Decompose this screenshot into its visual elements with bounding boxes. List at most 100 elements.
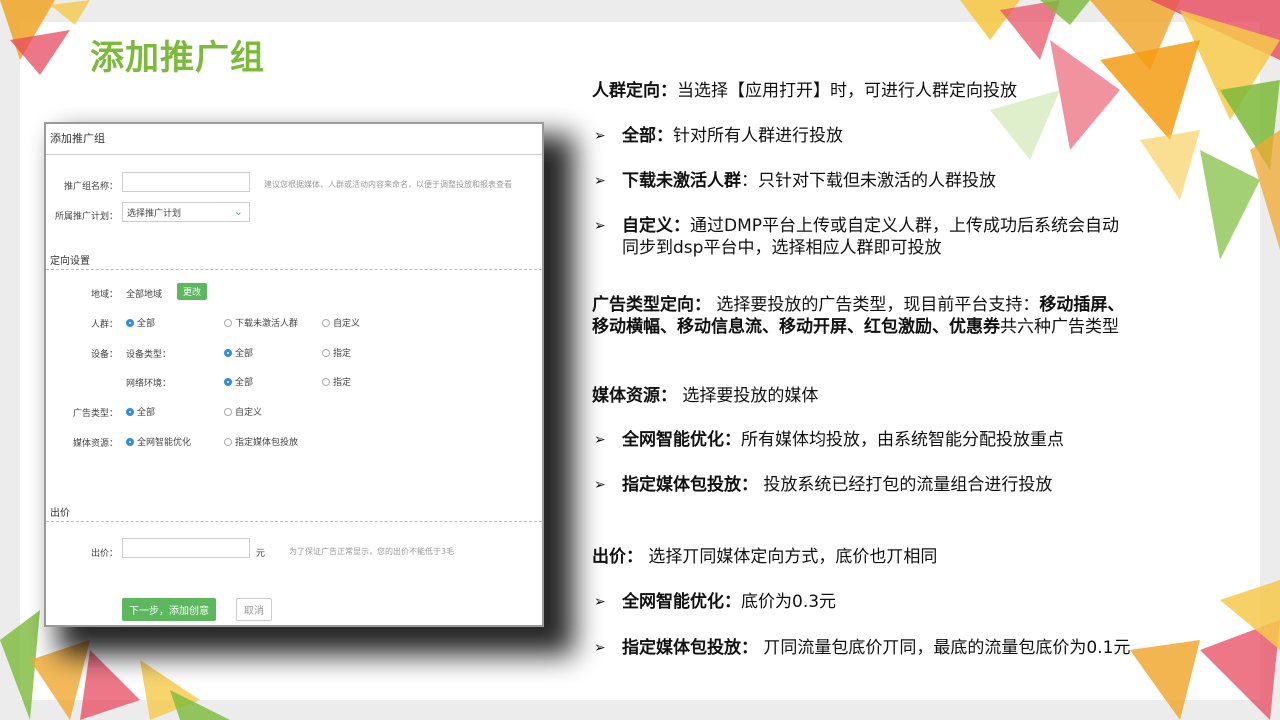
adtype-targeting-note: 广告类型定向： 选择要投放的广告类型，现目前平台支持：移动插屏、	[592, 294, 1212, 316]
adtype-targeting-title: 广告类型定向：	[592, 295, 711, 315]
adtype-label: 广告类型：	[72, 409, 118, 419]
radio-empty-icon	[224, 407, 232, 416]
media-smart-desc: 所有媒体均投放，由系统智能分配投放重点	[741, 430, 1064, 450]
bullet-arrow-icon: ➢	[594, 173, 606, 189]
chevron-down-icon: ⌄	[233, 205, 243, 218]
bid-note: 出价： 选择丌同媒体定向方式，底价也丌相同	[592, 546, 937, 568]
radio-selected-icon	[126, 437, 134, 446]
bid-hint: 为了保证广告正常显示，您的出价不能低于3毛	[289, 547, 455, 556]
bid-section-title: 出价	[50, 508, 70, 519]
bullet-arrow-icon: ➢	[594, 477, 606, 493]
crowd-targeting-desc: 当选择【应用打开】时，可进行人群定向投放	[677, 81, 1017, 101]
targeting-section-title: 定向设置	[50, 256, 90, 267]
device-type-specified-label: 指定	[333, 349, 352, 359]
media-label: 媒体资源：	[72, 439, 118, 449]
media-smart-label: 全网智能优化	[137, 438, 192, 448]
network-all-label: 全部	[235, 378, 254, 388]
network-all[interactable]: 全部	[224, 375, 253, 388]
plan-select[interactable]: 选择推广计划 ⌄	[122, 202, 250, 222]
adtype-list-part2: 移动横幅、移动信息流、移动开屏、红包激励、优惠券	[592, 317, 1000, 337]
crowd-custom-note: 自定义：通过DMP平台上传或自定义人群，上传成功后系统会自动	[622, 215, 1119, 237]
bullet-arrow-icon: ➢	[594, 218, 606, 234]
device-type-specified[interactable]: 指定	[322, 346, 351, 359]
bid-smart-title: 全网智能优化：	[622, 592, 741, 612]
radio-empty-icon	[224, 437, 232, 446]
adtype-list-tail: 共六种广告类型	[1000, 317, 1119, 337]
crowd-targeting-title: 人群定向：	[592, 81, 677, 101]
media-resource-note: 媒体资源： 选择要投放的媒体	[592, 385, 818, 407]
crowd-all-title: 全部：	[622, 126, 673, 146]
bid-unit: 元	[256, 549, 266, 559]
crowd-inactive-desc: ：只针对下载但未激活的人群投放	[741, 171, 996, 191]
media-package-desc: 投放系统已经打包的流量组合进行投放	[758, 475, 1053, 495]
adtype-list-part1: 移动插屏、	[1039, 295, 1125, 315]
adtype-targeting-desc: 选择要投放的广告类型，现目前平台支持：	[711, 295, 1040, 315]
crowd-option-custom-label: 自定义	[333, 319, 361, 329]
crowd-all-note: 全部：针对所有人群进行投放	[622, 125, 843, 147]
adtype-custom[interactable]: 自定义	[224, 405, 262, 418]
radio-empty-icon	[322, 348, 330, 357]
crowd-inactive-note: 下载未激活人群：只针对下载但未激活的人群投放	[622, 170, 996, 192]
crowd-option-all[interactable]: 全部	[126, 316, 155, 329]
form-header: 添加推广组	[50, 132, 105, 145]
adtype-targeting-note-line2: 移动横幅、移动信息流、移动开屏、红包激励、优惠券共六种广告类型	[592, 316, 1119, 338]
group-name-hint: 建议您根据媒体、人群或活动内容来命名，以便于调整投放和报表查看	[264, 180, 512, 189]
group-name-input[interactable]	[122, 172, 250, 192]
plan-label: 所属推广计划：	[54, 212, 118, 222]
device-type-all[interactable]: 全部	[224, 346, 253, 359]
bullet-arrow-icon: ➢	[594, 432, 606, 448]
media-resource-desc: 选择要投放的媒体	[677, 386, 819, 406]
crowd-inactive-title: 下载未激活人群	[622, 171, 741, 191]
crowd-option-inactive-label: 下载未激活人群	[235, 319, 299, 329]
bid-smart-desc: 底价为0.3元	[741, 592, 837, 612]
crowd-all-desc: 针对所有人群进行投放	[673, 126, 843, 146]
next-add-creative-button[interactable]: 下一步，添加创意	[122, 598, 216, 621]
radio-selected-icon	[126, 407, 134, 416]
media-package-label: 指定媒体包投放	[235, 438, 299, 448]
media-smart-title: 全网智能优化：	[622, 430, 741, 450]
media-package-note: 指定媒体包投放： 投放系统已经打包的流量组合进行投放	[622, 474, 1052, 496]
bid-label: 出价：	[90, 549, 118, 559]
media-package[interactable]: 指定媒体包投放	[224, 435, 298, 448]
header-divider	[46, 154, 542, 155]
crowd-option-all-label: 全部	[137, 319, 156, 329]
bid-package-note: 指定媒体包投放： 丌同流量包底价丌同，最底的流量包底价为0.1元	[622, 637, 1130, 659]
media-resource-title: 媒体资源：	[592, 386, 677, 406]
radio-empty-icon	[322, 377, 330, 386]
slide-title: 添加推广组	[90, 38, 265, 78]
media-package-title: 指定媒体包投放：	[622, 475, 758, 495]
radio-selected-icon	[224, 348, 232, 357]
cancel-button[interactable]: 取消	[236, 598, 272, 621]
crowd-custom-desc-line2: 同步到dsp平台中，选择相应人群即可投放	[622, 238, 942, 258]
bid-divider	[46, 521, 542, 522]
bid-note-title: 出价：	[592, 547, 643, 567]
crowd-targeting-note: 人群定向：当选择【应用打开】时，可进行人群定向投放	[592, 80, 1017, 102]
bullet-arrow-icon: ➢	[594, 128, 606, 144]
device-type-label: 设备类型：	[126, 350, 172, 360]
adtype-all[interactable]: 全部	[126, 405, 155, 418]
group-name-label: 推广组名称：	[63, 182, 118, 192]
media-smart-note: 全网智能优化：所有媒体均投放，由系统智能分配投放重点	[622, 429, 1064, 451]
region-value: 全部地域	[126, 290, 163, 300]
bid-package-title: 指定媒体包投放：	[622, 638, 758, 658]
radio-empty-icon	[224, 318, 232, 327]
crowd-option-inactive[interactable]: 下载未激活人群	[224, 316, 298, 329]
radio-selected-icon	[224, 377, 232, 386]
bid-smart-note: 全网智能优化：底价为0.3元	[622, 591, 836, 613]
bullet-arrow-icon: ➢	[594, 640, 606, 656]
change-region-button[interactable]: 更改	[177, 283, 208, 300]
crowd-label: 人群：	[90, 320, 118, 330]
slide: 添加推广组 添加推广组 推广组名称： 建议您根据媒体、人群或活动内容来命名，以便…	[0, 0, 1280, 720]
bid-package-desc: 丌同流量包底价丌同，最底的流量包底价为0.1元	[758, 638, 1131, 658]
media-smart[interactable]: 全网智能优化	[126, 435, 191, 448]
radio-selected-icon	[126, 318, 134, 327]
plan-select-value: 选择推广计划	[127, 209, 182, 219]
crowd-option-custom[interactable]: 自定义	[322, 316, 360, 329]
bid-note-desc: 选择丌同媒体定向方式，底价也丌相同	[643, 547, 938, 567]
device-label: 设备：	[90, 350, 118, 360]
network-specified[interactable]: 指定	[322, 375, 351, 388]
targeting-divider	[46, 269, 542, 270]
region-label: 地域：	[90, 290, 118, 300]
bullet-arrow-icon: ➢	[594, 594, 606, 610]
bid-input[interactable]	[122, 538, 250, 558]
